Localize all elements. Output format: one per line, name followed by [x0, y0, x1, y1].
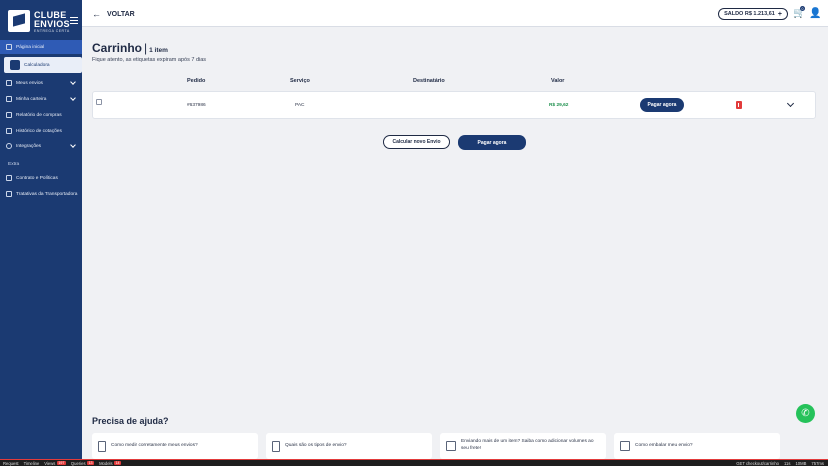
calculate-new-shipment-button[interactable]: Calcular novo Envio [383, 135, 450, 149]
debugbar-label: Models [99, 460, 113, 466]
main-content: Carrinho | 1 item Fique atento, as etiquet… [82, 27, 828, 459]
row-pay-button[interactable]: Pagar agora [640, 98, 684, 112]
column-header-valor: Valor [551, 78, 565, 84]
debugbar-label: Queries [70, 460, 86, 466]
sidebar-item-historico-cotacoes[interactable]: Histórico de cotações [0, 124, 82, 138]
box-icon [620, 441, 630, 451]
cell-valor: R$ 29,62 [549, 103, 569, 108]
item-count: 1 item [149, 47, 168, 54]
column-header-servico: Serviço [290, 78, 310, 84]
gear-icon [6, 143, 12, 149]
chevron-down-icon[interactable] [786, 99, 795, 108]
chevron-down-icon [70, 95, 76, 101]
row-checkbox[interactable] [96, 99, 102, 105]
debugbar-duration: 757ms [811, 461, 824, 466]
help-card-text: Quais são os tipos de envio? [285, 442, 347, 448]
cell-servico: PAC [295, 103, 305, 108]
help-card-text: Como embalar meu envio? [635, 442, 693, 448]
column-header-pedido: Pedido [187, 78, 206, 84]
sidebar-item-label: Meus envios [16, 80, 43, 86]
document-icon [98, 440, 106, 452]
top-bar: ← VOLTAR SALDO R$ 1.213,61 + 🛒 0 👤 [82, 0, 828, 27]
help-card-volumes[interactable]: Enviando mais de um item? Saiba como adi… [440, 433, 606, 459]
help-title: Precisa de ajuda? [92, 416, 169, 426]
sidebar-item-calculadora[interactable]: Calculadora [4, 57, 82, 73]
back-button[interactable]: ← VOLTAR [92, 9, 135, 19]
sidebar-item-label: Histórico de cotações [16, 128, 62, 134]
package-icon [6, 80, 12, 86]
debugbar-queries[interactable]: Queries 13 [70, 460, 95, 466]
home-icon [6, 44, 12, 50]
debugbar-timeline[interactable]: Timeline [24, 461, 40, 466]
help-card-medir[interactable]: Como medir corretamente meus envios? [92, 433, 258, 459]
wallet-icon [6, 96, 12, 102]
debugbar-request[interactable]: Request [3, 461, 19, 466]
sidebar-item-relatorio-compras[interactable]: Relatório de compras [0, 108, 82, 122]
debugbar-label: Timeline [23, 460, 40, 466]
logo[interactable]: CLUBE ENVIOS ENTREGA CERTA [6, 8, 78, 36]
menu-toggle-icon[interactable] [70, 17, 78, 24]
debugbar-time: 11s [784, 461, 791, 466]
debugbar-models[interactable]: Models 14 [99, 460, 122, 466]
sidebar-item-integracoes[interactable]: Integrações [0, 139, 82, 153]
document-icon [6, 191, 12, 197]
user-icon[interactable]: 👤 [809, 8, 821, 19]
debugbar-route: GET checkout/carrinho [736, 461, 780, 466]
debugbar-stats: GET checkout/carrinho 11s 10MB 757ms [731, 461, 824, 466]
page-title: Carrinho | 1 item [92, 41, 168, 55]
help-card-text: Enviando mais de um item? Saiba como adi… [461, 439, 594, 451]
sidebar-item-label: Calculadora [24, 62, 50, 68]
cell-pedido: #637986 [187, 103, 206, 108]
sidebar-item-pagina-inicial[interactable]: Página inicial [0, 40, 82, 54]
debugbar-badge: 14 [114, 461, 122, 465]
logo-icon [8, 10, 30, 32]
document-icon [272, 440, 280, 452]
whatsapp-icon[interactable]: ✆ [796, 404, 815, 423]
balance-label: SALDO R$ 1.213,61 [724, 11, 775, 17]
back-label: VOLTAR [107, 10, 135, 18]
sidebar-item-meus-envios[interactable]: Meus envios [0, 76, 82, 90]
plus-icon: + [777, 10, 782, 18]
sidebar-item-label: Tratativas da Transportadora [16, 191, 78, 197]
column-header-destinatario: Destinatário [413, 78, 445, 84]
sidebar-item-label: Relatório de compras [16, 112, 62, 118]
debugbar-label: Request [3, 460, 19, 466]
history-icon [6, 128, 12, 134]
calculator-icon [10, 60, 20, 70]
debugbar-badge: 13 [87, 461, 95, 465]
report-icon [6, 112, 12, 118]
debugbar-memory: 10MB [795, 461, 807, 466]
chevron-down-icon [70, 142, 76, 148]
help-card-tipos[interactable]: Quais são os tipos de envio? [266, 433, 432, 459]
document-icon [6, 175, 12, 181]
debugbar-label: Views [44, 460, 56, 466]
table-row: #637986 PAC R$ 29,62 Pagar agora [92, 91, 816, 119]
balance-button[interactable]: SALDO R$ 1.213,61 + [718, 8, 788, 20]
debug-bar: Request Timeline Views 197 Queries 13 Mode… [0, 459, 828, 466]
sidebar-item-label: Minha carteira [16, 96, 47, 102]
debugbar-badge: 197 [56, 461, 66, 465]
sidebar-item-label: Contrato e Políticas [16, 175, 58, 181]
boxes-icon [446, 441, 456, 451]
chevron-down-icon [70, 79, 76, 85]
pay-now-button[interactable]: Pagar agora [458, 135, 526, 150]
help-card-embalar[interactable]: Como embalar meu envio? [614, 433, 780, 459]
trash-icon[interactable] [736, 101, 743, 109]
page-title-text: Carrinho [92, 41, 143, 55]
cart-count-badge: 0 [800, 6, 805, 11]
sidebar: CLUBE ENVIOS ENTREGA CERTA Página inicia… [0, 0, 82, 459]
sidebar-item-minha-carteira[interactable]: Minha carteira [0, 92, 82, 106]
debugbar-views[interactable]: Views 197 [44, 461, 66, 466]
sidebar-item-label: Integrações [16, 143, 42, 149]
page-subtitle: Fique atento, as etiquetas expiram após … [92, 57, 207, 63]
sidebar-section-extra: Extra [8, 162, 20, 167]
arrow-left-icon: ← [92, 9, 101, 19]
help-card-text: Como medir corretamente meus envios? [111, 442, 198, 448]
sidebar-item-contrato-politicas[interactable]: Contrato e Políticas [0, 171, 82, 185]
logo-tagline: ENTREGA CERTA [34, 29, 70, 33]
sidebar-item-label: Página inicial [16, 44, 45, 50]
logo-line2: ENVIOS [34, 19, 70, 29]
sidebar-item-tratativas-transportadora[interactable]: Tratativas da Transportadora [0, 187, 82, 201]
